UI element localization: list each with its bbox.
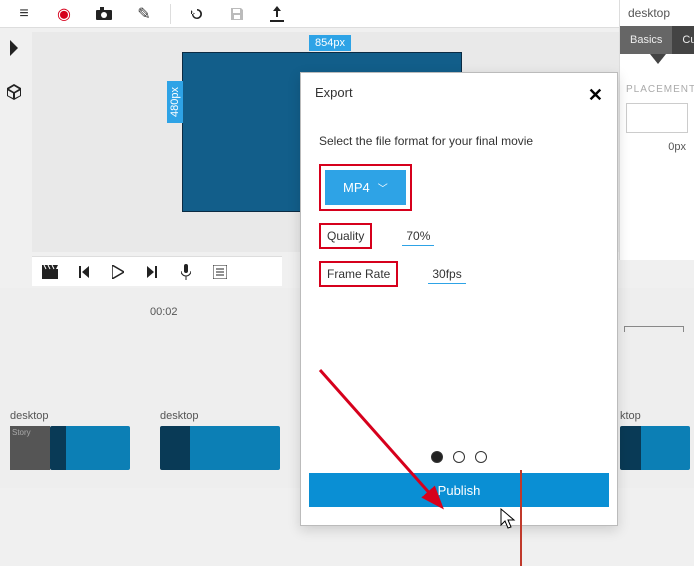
camera-icon[interactable] bbox=[84, 0, 124, 28]
height-badge: 480px bbox=[167, 81, 183, 123]
placement-box[interactable] bbox=[626, 103, 688, 133]
tab-pointer bbox=[650, 54, 666, 64]
playhead[interactable] bbox=[520, 470, 522, 566]
pager-dot-2[interactable] bbox=[453, 451, 465, 463]
history-icon[interactable] bbox=[177, 0, 217, 28]
placement-section: PLACEMENT bbox=[620, 64, 694, 99]
pager-dots bbox=[301, 451, 617, 463]
prev-icon[interactable] bbox=[70, 260, 98, 284]
publish-button[interactable]: Publish bbox=[309, 473, 609, 507]
pager-dot-3[interactable] bbox=[475, 451, 487, 463]
framerate-label: Frame Rate bbox=[319, 261, 398, 287]
menu-icon[interactable]: ≡ bbox=[4, 0, 44, 28]
clip[interactable] bbox=[160, 426, 280, 470]
panel-title: desktop bbox=[620, 0, 694, 26]
timecode: 00:02 bbox=[150, 306, 178, 318]
clapper-icon[interactable] bbox=[36, 260, 64, 284]
quality-value[interactable]: 70% bbox=[402, 227, 434, 246]
pager-dot-1[interactable] bbox=[431, 451, 443, 463]
clip-label: ktop bbox=[620, 410, 641, 422]
properties-panel: desktop Basics Cu PLACEMENT 0px bbox=[619, 0, 694, 260]
format-label: MP4 bbox=[343, 180, 370, 195]
close-icon[interactable]: ✕ bbox=[588, 85, 603, 106]
tab-basics[interactable]: Basics bbox=[620, 26, 672, 54]
export-modal: Export ✕ Select the file format for your… bbox=[300, 72, 618, 526]
arrow-right-icon[interactable] bbox=[0, 34, 28, 62]
record-icon[interactable]: ◉ bbox=[44, 0, 84, 28]
mic-icon[interactable] bbox=[172, 260, 200, 284]
clip[interactable] bbox=[50, 426, 130, 470]
placement-value: 0px bbox=[620, 137, 694, 157]
upload-icon[interactable] bbox=[257, 0, 297, 28]
ruler-ticks bbox=[624, 326, 684, 334]
modal-prompt: Select the file format for your final mo… bbox=[319, 134, 599, 148]
width-badge: 854px bbox=[309, 35, 351, 51]
clip-label: desktop bbox=[10, 410, 49, 422]
framerate-value[interactable]: 30fps bbox=[428, 265, 465, 284]
chevron-down-icon: ﹀ bbox=[378, 180, 388, 195]
clip-label: desktop bbox=[160, 410, 199, 422]
tab-custom[interactable]: Cu bbox=[672, 26, 694, 54]
list-icon[interactable] bbox=[206, 260, 234, 284]
edit-icon[interactable]: ✎ bbox=[124, 0, 164, 28]
modal-title: Export bbox=[315, 85, 353, 106]
format-dropdown[interactable]: MP4 ﹀ bbox=[325, 170, 406, 205]
cube-icon[interactable] bbox=[0, 78, 28, 106]
clip-thumb[interactable]: Story bbox=[10, 426, 50, 470]
play-icon[interactable] bbox=[104, 260, 132, 284]
save-icon bbox=[217, 0, 257, 28]
quality-label: Quality bbox=[319, 223, 372, 249]
next-icon[interactable] bbox=[138, 260, 166, 284]
clip[interactable] bbox=[620, 426, 690, 470]
